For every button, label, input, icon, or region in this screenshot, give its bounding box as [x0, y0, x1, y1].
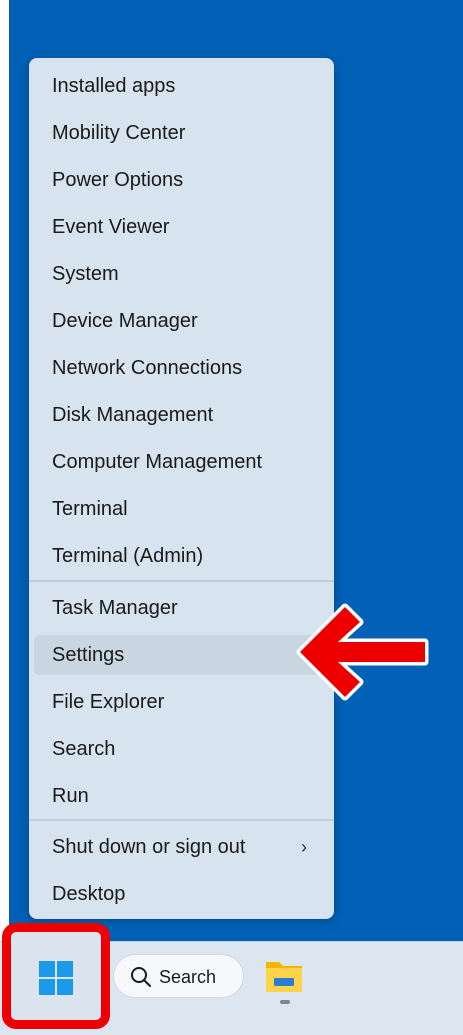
menu-item-search[interactable]: Search [34, 729, 329, 769]
menu-item-desktop[interactable]: Desktop [34, 874, 329, 914]
menu-item-disk-management[interactable]: Disk Management [34, 395, 329, 435]
menu-item-event-viewer[interactable]: Event Viewer [34, 207, 329, 247]
chevron-right-icon: › [301, 837, 307, 857]
windows-logo-icon[interactable] [39, 961, 73, 995]
menu-item-run[interactable]: Run [34, 776, 329, 816]
menu-item-file-explorer[interactable]: File Explorer [34, 682, 329, 722]
menu-item-terminal-admin[interactable]: Terminal (Admin) [34, 536, 329, 576]
menu-item-installed-apps[interactable]: Installed apps [34, 66, 329, 106]
menu-item-shut-down-or-sign-out[interactable]: Shut down or sign out › [34, 827, 329, 867]
menu-item-task-manager[interactable]: Task Manager [34, 588, 329, 628]
menu-item-computer-management[interactable]: Computer Management [34, 442, 329, 482]
menu-item-system[interactable]: System [34, 254, 329, 294]
running-indicator [280, 1000, 290, 1004]
menu-item-device-manager[interactable]: Device Manager [34, 301, 329, 341]
menu-item-terminal[interactable]: Terminal [34, 489, 329, 529]
search-icon [131, 967, 152, 988]
search-label: Search [159, 967, 217, 987]
menu-item-settings[interactable]: Settings [34, 635, 329, 675]
menu-item-network-connections[interactable]: Network Connections [34, 348, 329, 388]
menu-item-mobility-center[interactable]: Mobility Center [34, 113, 329, 153]
red-arrow-annotation [296, 603, 429, 701]
menu-separator [29, 819, 334, 821]
menu-separator [29, 580, 334, 582]
menu-item-power-options[interactable]: Power Options [34, 160, 329, 200]
file-explorer-icon[interactable] [264, 958, 304, 994]
menu-item-label: Shut down or sign out [52, 836, 246, 858]
winx-context-menu: Installed apps Mobility Center Power Opt… [29, 58, 334, 919]
